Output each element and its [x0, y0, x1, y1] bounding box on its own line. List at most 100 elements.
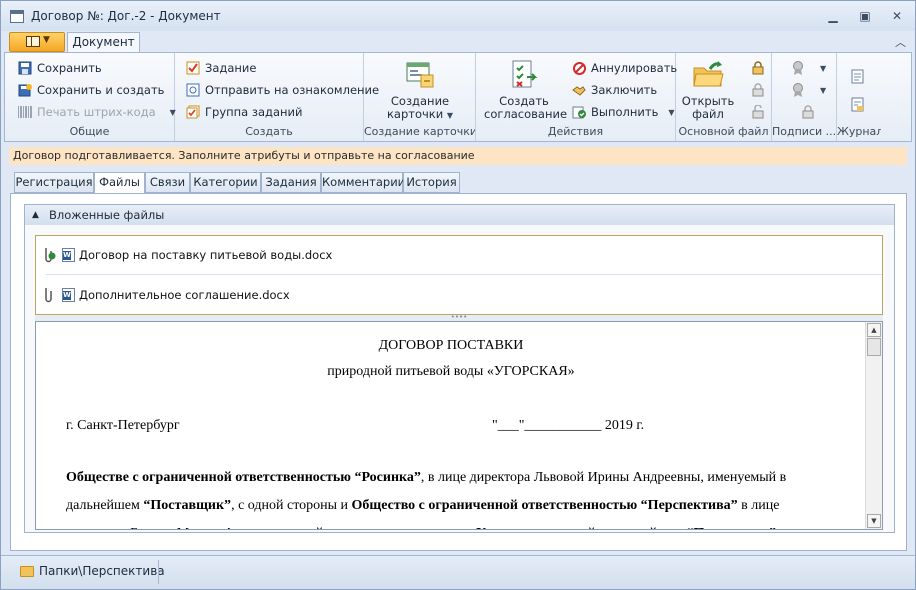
close-icon[interactable]: ✕: [889, 9, 905, 23]
scroll-up-icon[interactable]: ▲: [867, 323, 881, 337]
status-separator: [158, 560, 159, 584]
file-item[interactable]: Дополнительное соглашение.docx: [36, 276, 882, 314]
tab-links[interactable]: Связи: [145, 172, 190, 193]
review-icon: [185, 82, 201, 98]
unlock-file-button[interactable]: [750, 103, 770, 121]
seal-check-icon: [790, 82, 806, 98]
handshake-icon: [571, 82, 587, 98]
word-document-icon: [62, 248, 75, 262]
folder-icon: [20, 566, 34, 577]
group-caption-actions: Действия: [547, 125, 604, 138]
title-bar: Договор №: Дог.-2 - Документ ▁ ▣ ✕: [1, 1, 915, 31]
group-actions: Создать согласование Аннулировать Заключ…: [476, 53, 677, 141]
ribbon: Сохранить Сохранить и создать Печать штр…: [4, 52, 912, 142]
signature-lock-icon: [800, 104, 816, 120]
journal-icon: [849, 68, 865, 84]
group-caption-signatures: Подписи ...: [772, 125, 836, 138]
tab-document[interactable]: Документ: [67, 32, 140, 53]
tab-tasks[interactable]: Задания: [261, 172, 321, 193]
file-item[interactable]: Договор на поставку питьевой воды.docx: [36, 236, 882, 274]
attached-files-header[interactable]: ▲ Вложенные файлы: [25, 205, 894, 225]
create-card-button[interactable]: Создание карточки ▼: [384, 59, 456, 122]
app-menu-icon: [26, 36, 40, 47]
chevron-up-icon: ▲: [32, 210, 39, 220]
paragraph-segment: “Поставщик”: [143, 498, 232, 513]
attached-files-title: Вложенные файлы: [49, 208, 165, 222]
collapse-ribbon-icon[interactable]: ︿: [895, 34, 906, 50]
chevron-down-icon: ▼: [43, 35, 50, 45]
cancel-document-button[interactable]: Аннулировать: [571, 59, 677, 77]
app-menu-button[interactable]: ▼: [9, 32, 65, 52]
send-for-review-label: Отправить на ознакомление: [205, 83, 380, 97]
cancel-document-label: Аннулировать: [591, 61, 678, 75]
status-bar: Папки\Перспектива: [1, 555, 915, 589]
sign-button[interactable]: ▼: [790, 59, 826, 77]
tab-categories[interactable]: Категории: [190, 172, 261, 193]
file-version-button[interactable]: [750, 81, 770, 99]
task-group-button[interactable]: Группа заданий: [185, 103, 303, 121]
create-approval-button[interactable]: Создать согласование: [484, 59, 568, 121]
document-window: Договор №: Дог.-2 - Документ ▁ ▣ ✕ ▼ Док…: [0, 0, 916, 590]
tab-files[interactable]: Файлы: [94, 172, 145, 194]
paragraph-segment: “Покупатель”: [686, 526, 776, 529]
seal-icon: [790, 60, 806, 76]
tab-registration[interactable]: Регистрация: [14, 172, 94, 193]
execute-button[interactable]: Выполнить ▼: [571, 103, 675, 121]
version-lock-icon: [750, 82, 766, 98]
create-card-label-line2: карточки: [386, 107, 444, 121]
print-barcode-button[interactable]: Печать штрих-кода ▼: [17, 103, 176, 121]
check-signature-button[interactable]: ▼: [790, 81, 826, 99]
journal-export-button[interactable]: [849, 95, 869, 113]
save-and-create-label: Сохранить и создать: [37, 83, 165, 97]
file-separator: [46, 274, 882, 275]
open-file-button[interactable]: Открыть файл: [680, 59, 736, 121]
group-caption-general: Общие: [69, 125, 110, 138]
save-create-icon: [17, 82, 33, 98]
conclude-button[interactable]: Заключить: [571, 81, 657, 99]
tab-comments[interactable]: Комментарии: [321, 172, 405, 193]
lock-file-button[interactable]: [750, 59, 770, 77]
document-app-icon: [10, 10, 24, 23]
group-journal: Журнал: [837, 53, 881, 141]
conclude-label: Заключить: [591, 83, 658, 97]
document-preview[interactable]: ДОГОВОР ПОСТАВКИ природной питьевой воды…: [35, 321, 883, 530]
files-tab-panel: ▲ Вложенные файлы Договор на поставку пи…: [10, 193, 907, 551]
save-label: Сохранить: [37, 61, 102, 75]
group-caption-main-file: Основной файл: [678, 125, 769, 138]
journal-button[interactable]: [849, 67, 869, 85]
tab-history[interactable]: История: [403, 172, 460, 193]
approval-icon: [508, 59, 540, 91]
group-main-file: Открыть файл Основной файл: [676, 53, 772, 141]
group-signatures: ▼ ▼ Подписи ...: [772, 53, 837, 141]
chevron-down-icon: ▼: [820, 85, 827, 95]
paragraph-segment: , с: [776, 526, 789, 529]
task-button[interactable]: Задание: [185, 59, 257, 77]
maximize-icon[interactable]: ▣: [857, 9, 873, 23]
task-label: Задание: [205, 61, 257, 75]
create-approval-label-line2: согласование: [484, 107, 568, 121]
signature-settings-button[interactable]: [800, 103, 820, 121]
unlock-icon: [750, 104, 766, 120]
group-caption-create: Создать: [245, 125, 293, 138]
save-and-create-button[interactable]: Сохранить и создать: [17, 81, 164, 99]
task-icon: [185, 60, 201, 76]
task-group-icon: [185, 104, 201, 120]
minimize-icon[interactable]: ▁: [825, 9, 841, 23]
save-button[interactable]: Сохранить: [17, 59, 102, 77]
scroll-thumb[interactable]: [867, 338, 881, 356]
attached-files-panel: ▲ Вложенные файлы Договор на поставку пи…: [24, 204, 895, 533]
group-general: Сохранить Сохранить и создать Печать штр…: [5, 53, 176, 141]
chevron-down-icon: ▼: [820, 63, 827, 73]
file-list: Договор на поставку питьевой воды.docx Д…: [35, 235, 883, 315]
paragraph-segment: Устава: [476, 526, 520, 529]
folder-path[interactable]: Папки\Перспектива: [39, 564, 165, 578]
card-icon: [404, 59, 436, 91]
vertical-scrollbar[interactable]: ▲ ▼: [865, 322, 882, 529]
open-file-label-line2: файл: [692, 107, 724, 121]
paragraph-segment: Общество с ограниченной ответственностью…: [351, 498, 738, 513]
document-paragraph: Обществе с ограниченной ответственностью…: [66, 464, 836, 529]
word-document-icon: [62, 288, 75, 302]
journal-export-icon: [849, 96, 865, 112]
scroll-down-icon[interactable]: ▼: [867, 514, 881, 528]
send-for-review-button[interactable]: Отправить на ознакомление: [185, 81, 379, 99]
